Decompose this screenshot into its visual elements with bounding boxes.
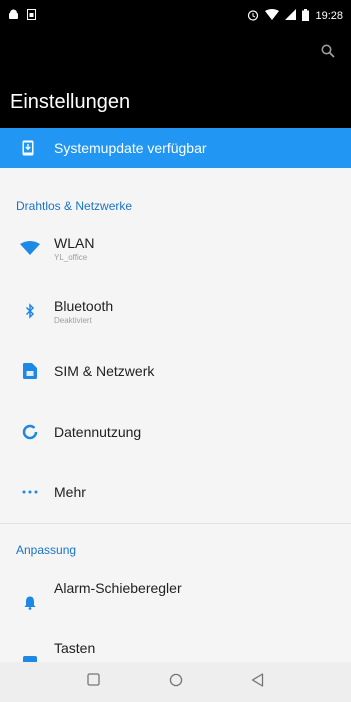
item-title: Tasten [54, 640, 96, 656]
section-header-personalization: Anpassung [16, 543, 77, 557]
home-icon [169, 673, 183, 692]
bell-icon [18, 596, 42, 610]
data-usage-icon [18, 424, 42, 440]
settings-item-bluetooth[interactable]: Bluetooth Deaktiviert [0, 283, 351, 339]
recents-icon [87, 673, 100, 691]
item-title: Alarm-Schieberegler [54, 580, 182, 596]
sim-icon [27, 9, 36, 23]
settings-item-keys[interactable]: Tasten [0, 634, 351, 662]
item-texts: Alarm-Schieberegler [54, 580, 182, 596]
status-left [8, 9, 36, 23]
navigation-bar [0, 662, 351, 702]
item-title: Mehr [54, 484, 86, 500]
home-button[interactable] [164, 670, 188, 694]
back-icon [251, 672, 264, 692]
back-button[interactable] [246, 670, 270, 694]
status-time: 19:28 [315, 10, 343, 22]
wifi-icon [265, 9, 280, 23]
bluetooth-icon [18, 303, 42, 319]
settings-item-wlan[interactable]: WLAN YL_office [0, 220, 351, 276]
settings-item-data-usage[interactable]: Datennutzung [0, 404, 351, 460]
signal-icon [285, 9, 297, 23]
status-right: 19:28 [247, 8, 343, 24]
item-texts: WLAN YL_office [54, 235, 94, 262]
search-icon [321, 44, 335, 63]
more-icon [18, 490, 42, 494]
item-texts: SIM & Netzwerk [54, 363, 154, 379]
alarm-icon [247, 9, 259, 24]
settings-item-alarm-slider[interactable]: Alarm-Schieberegler [0, 574, 351, 630]
system-update-label: Systemupdate verfügbar [54, 140, 207, 156]
page-title: Einstellungen [10, 91, 131, 113]
phone-update-icon [16, 140, 40, 156]
system-update-banner[interactable]: Systemupdate verfügbar [0, 128, 351, 168]
status-bar: 19:28 [0, 0, 351, 32]
item-texts: Tasten [54, 640, 95, 656]
battery-icon [302, 8, 310, 24]
item-subtitle: YL_office [54, 252, 88, 262]
search-button[interactable] [317, 42, 339, 64]
android-icon [8, 9, 19, 23]
item-title: Bluetooth [54, 297, 114, 314]
wifi-icon [18, 241, 42, 255]
settings-item-sim-network[interactable]: SIM & Netzwerk [0, 343, 351, 399]
item-title: Datennutzung [54, 424, 142, 440]
item-texts: Datennutzung [54, 424, 141, 440]
item-subtitle: Deaktiviert [54, 315, 92, 325]
item-title: SIM & Netzwerk [54, 363, 155, 379]
sim-card-icon [18, 363, 42, 379]
section-divider [0, 523, 351, 524]
section-header-wireless: Drahtlos & Netzwerke [16, 199, 133, 213]
item-title: WLAN [54, 234, 95, 251]
toolbar: Einstellungen [0, 32, 351, 128]
settings-item-more[interactable]: Mehr [0, 464, 351, 520]
item-texts: Mehr [54, 484, 86, 500]
recents-button[interactable] [82, 670, 106, 694]
item-texts: Bluetooth Deaktiviert [54, 298, 113, 325]
